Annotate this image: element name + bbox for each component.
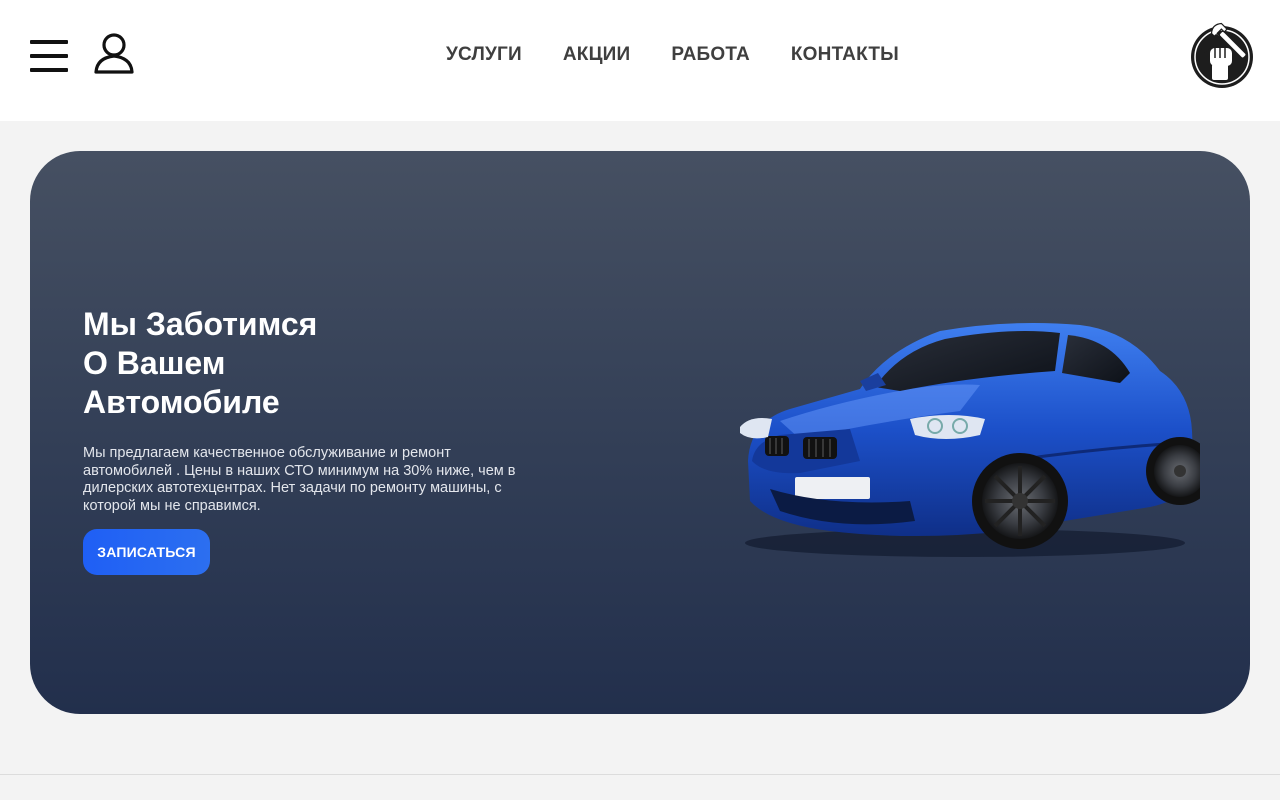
site-header: УСЛУГИ АКЦИИ РАБОТА КОНТАКТЫ <box>0 0 1280 121</box>
hero-title-line: О Вашем <box>83 345 226 381</box>
hero-description: Мы предлагаем качественное обслуживание … <box>83 445 516 514</box>
section-divider <box>0 774 1280 775</box>
nav-item-services[interactable]: УСЛУГИ <box>446 44 522 66</box>
hero-title-line: Мы Заботимся <box>83 306 318 342</box>
car-image <box>710 311 1214 571</box>
user-icon[interactable] <box>92 32 136 76</box>
nav-item-promotions[interactable]: АКЦИИ <box>563 44 631 66</box>
hero-banner: Мы Заботимся О Вашем Автомобиле Мы предл… <box>30 151 1250 714</box>
hero-title-line: Автомобиле <box>83 384 280 420</box>
nav-item-contacts[interactable]: КОНТАКТЫ <box>791 44 899 66</box>
nav-item-work[interactable]: РАБОТА <box>671 44 750 66</box>
menu-icon[interactable] <box>30 40 68 72</box>
logo-icon[interactable] <box>1186 18 1260 92</box>
main-nav: УСЛУГИ АКЦИИ РАБОТА КОНТАКТЫ <box>446 44 899 66</box>
hero-title: Мы Заботимся О Вашем Автомобиле <box>83 305 443 422</box>
book-button[interactable]: ЗАПИСАТЬСЯ <box>83 529 210 575</box>
